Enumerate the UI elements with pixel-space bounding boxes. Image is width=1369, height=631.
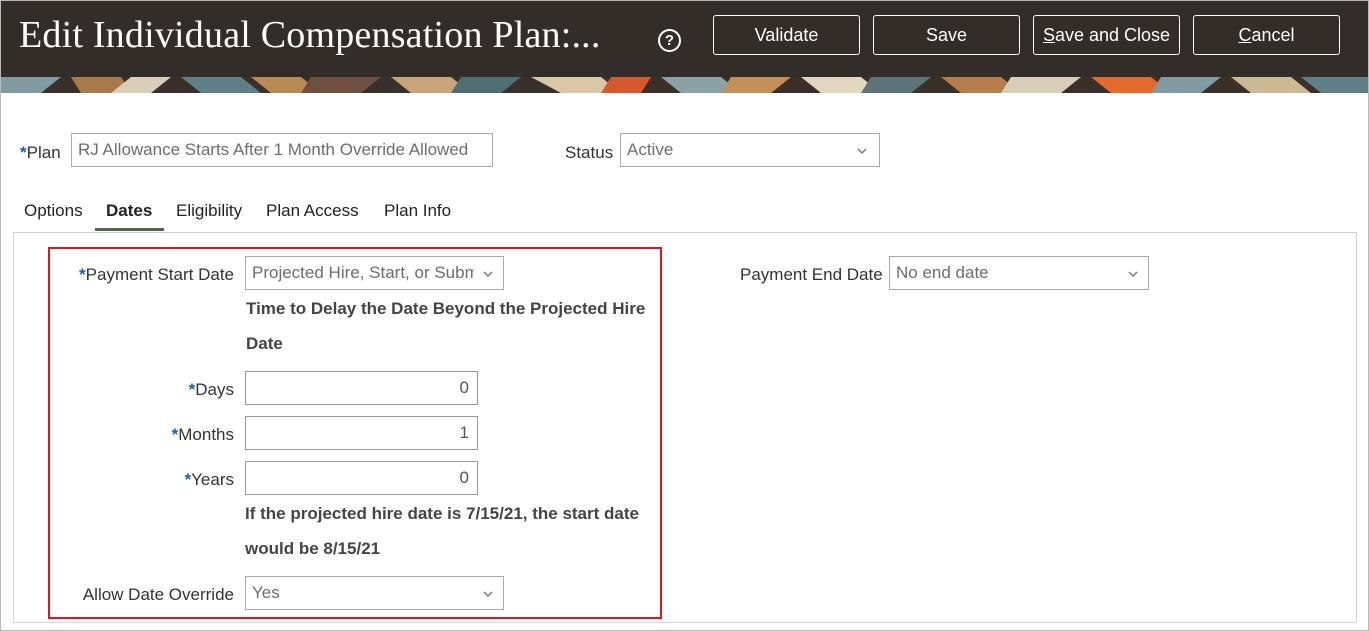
tab-options[interactable]: Options <box>24 201 83 221</box>
tab-plan-access[interactable]: Plan Access <box>266 201 359 221</box>
page-title: Edit Individual Compensation Plan:... <box>19 14 601 56</box>
chevron-down-icon <box>857 148 867 154</box>
tab-eligibility[interactable]: Eligibility <box>176 201 242 221</box>
header-decorative-banner <box>1 77 1368 93</box>
tab-plan-info[interactable]: Plan Info <box>384 201 451 221</box>
payment-end-date-label: Payment End Date <box>740 265 883 284</box>
page-header: Edit Individual Compensation Plan:... ? … <box>1 1 1368 93</box>
cancel-button[interactable]: Cancel <box>1193 15 1340 55</box>
save-and-close-button[interactable]: Save and Close <box>1033 15 1180 55</box>
plan-label: *Plan <box>20 143 61 163</box>
status-value: Active <box>627 140 674 159</box>
validate-button[interactable]: Validate <box>713 15 860 55</box>
save-button[interactable]: Save <box>873 15 1020 55</box>
cancel-label: ancel <box>1251 25 1295 45</box>
tab-dates[interactable]: Dates <box>106 201 152 221</box>
chevron-down-icon <box>1128 271 1138 277</box>
payment-end-date-value: No end date <box>896 263 989 282</box>
plan-field[interactable]: RJ Allowance Starts After 1 Month Overri… <box>71 133 493 167</box>
save-and-close-label: ave and Close <box>1054 25 1171 45</box>
required-marker: * <box>20 143 27 162</box>
save-and-close-accesskey: S <box>1042 25 1055 45</box>
highlight-box <box>48 247 662 619</box>
status-select[interactable]: Active <box>620 133 880 167</box>
cancel-accesskey: C <box>1238 25 1252 45</box>
payment-end-date-select[interactable]: No end date <box>889 256 1149 290</box>
active-tab-indicator <box>95 228 164 231</box>
help-icon[interactable]: ? <box>658 29 681 52</box>
status-label: Status <box>565 143 614 162</box>
plan-label-text: Plan <box>26 143 61 162</box>
